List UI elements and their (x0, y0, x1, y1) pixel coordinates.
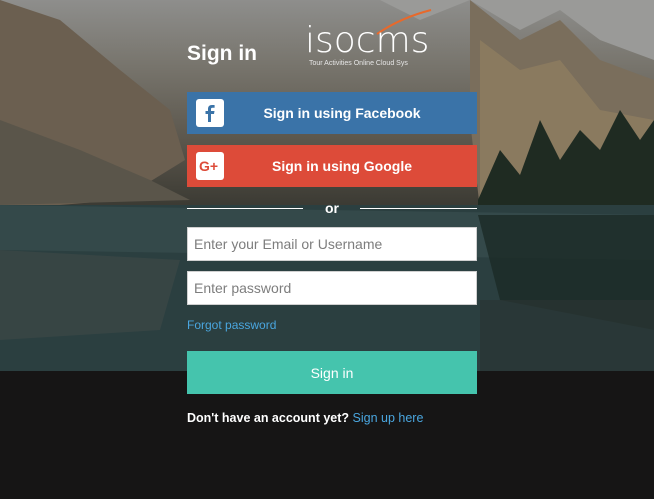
username-field[interactable] (187, 227, 477, 261)
google-plus-icon: G+ (196, 152, 224, 180)
signup-link[interactable]: Sign up here (353, 411, 424, 425)
google-signin-label: Sign in using Google (272, 158, 412, 174)
google-signin-button[interactable]: G+ Sign in using Google (187, 145, 477, 187)
divider-line-right (360, 208, 477, 209)
isocms-logo: isocms Tour Activities Online Cloud Sys (305, 9, 435, 74)
or-divider: or (187, 199, 477, 219)
signin-button[interactable]: Sign in (187, 351, 477, 394)
signup-prompt: Don't have an account yet? Sign up here (187, 411, 423, 425)
logo-tagline: Tour Activities Online Cloud Sys (309, 60, 408, 67)
forgot-password-link[interactable]: Forgot password (187, 318, 276, 332)
header: Sign in isocms Tour Activities Online Cl… (187, 9, 477, 74)
facebook-signin-label: Sign in using Facebook (263, 105, 421, 121)
facebook-icon (196, 99, 224, 127)
logo-text: isocms (305, 20, 430, 61)
svg-text:G+: G+ (199, 158, 218, 174)
password-field[interactable] (187, 271, 477, 305)
facebook-signin-button[interactable]: Sign in using Facebook (187, 92, 477, 134)
page-title: Sign in (187, 42, 257, 65)
signup-question: Don't have an account yet? (187, 411, 350, 425)
